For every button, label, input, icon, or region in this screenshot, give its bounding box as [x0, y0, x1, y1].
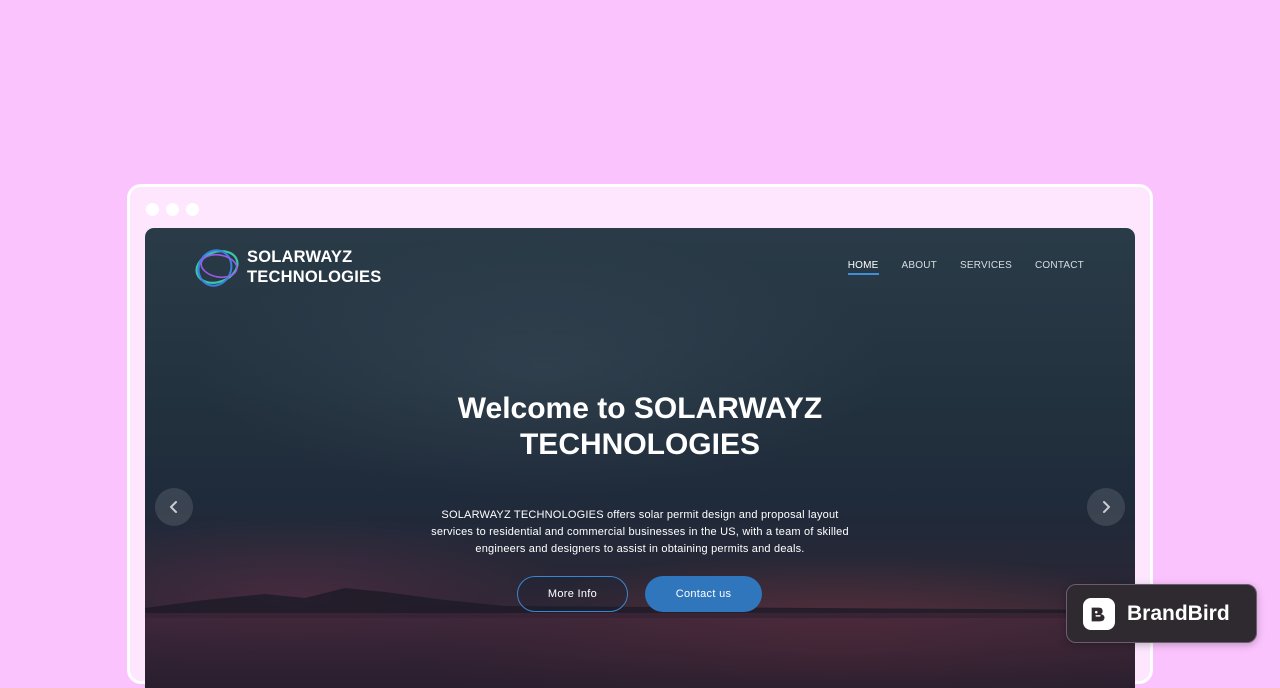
orbit-logo-icon — [195, 249, 239, 287]
nav-item-contact[interactable]: CONTACT — [1035, 260, 1084, 275]
logo-text: SOLARWAYZ TECHNOLOGIES — [247, 247, 381, 287]
hero-description: SOLARWAYZ TECHNOLOGIES offers solar perm… — [431, 509, 849, 555]
contact-us-button[interactable]: Contact us — [645, 576, 762, 612]
more-info-button[interactable]: More Info — [517, 576, 628, 612]
window-dot-minimize — [166, 203, 179, 216]
browser-window: SOLARWAYZ TECHNOLOGIES HOME ABOUT SERVIC… — [127, 184, 1153, 688]
site-logo[interactable]: SOLARWAYZ TECHNOLOGIES — [193, 245, 381, 289]
nav-item-home[interactable]: HOME — [847, 260, 879, 275]
hero-title-line2: TECHNOLOGIES — [519, 428, 760, 461]
hero-title-line1: Welcome to SOLARWAYZ — [457, 392, 823, 425]
carousel-prev-button[interactable] — [155, 488, 193, 526]
window-dot-close — [146, 203, 159, 216]
window-controls — [146, 203, 199, 216]
sea-reflection — [145, 613, 1135, 688]
chevron-right-icon — [1103, 501, 1110, 513]
chevron-left-icon — [170, 501, 177, 513]
website-hero: SOLARWAYZ TECHNOLOGIES HOME ABOUT SERVIC… — [145, 228, 1135, 688]
horizon-hills — [145, 588, 1135, 618]
main-nav: HOME ABOUT SERVICES CONTACT — [847, 260, 1084, 275]
logo-text-line1: SOLARWAYZ — [247, 248, 353, 266]
hero-title: Welcome to SOLARWAYZ TECHNOLOGIES — [145, 391, 1135, 463]
nav-item-services[interactable]: SERVICES — [960, 260, 1012, 275]
brandbird-badge[interactable]: BrandBird — [1066, 584, 1257, 643]
brandbird-logo-icon — [1083, 597, 1115, 630]
logo-text-line2: TECHNOLOGIES — [247, 268, 382, 286]
carousel-next-button[interactable] — [1087, 488, 1125, 526]
window-dot-maximize — [186, 203, 199, 216]
nav-item-about[interactable]: ABOUT — [902, 260, 937, 275]
brandbird-label: BrandBird — [1127, 601, 1230, 625]
